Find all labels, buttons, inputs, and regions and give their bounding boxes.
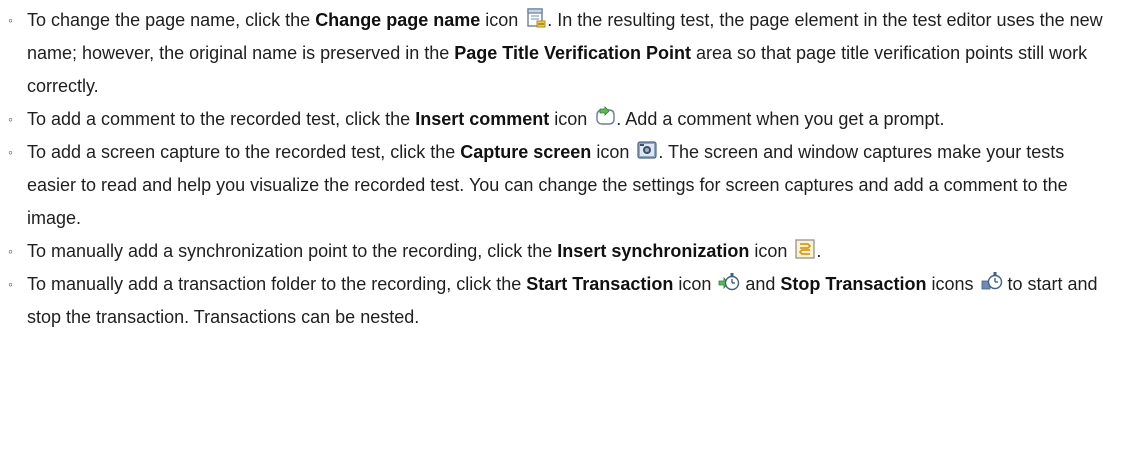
- start-transaction-icon: [718, 271, 740, 293]
- item-bold-2: Stop Transaction: [780, 274, 927, 294]
- item-bold: Capture screen: [460, 142, 592, 162]
- bullet: ◦: [8, 276, 13, 292]
- instruction-list: ◦ To change the page name, click the Cha…: [8, 4, 1116, 334]
- list-item-capture-screen: ◦ To add a screen capture to the recorde…: [8, 136, 1116, 235]
- list-item-transaction: ◦ To manually add a transaction folder t…: [8, 268, 1116, 334]
- bullet: ◦: [8, 243, 13, 259]
- bullet: ◦: [8, 144, 13, 160]
- item-bold: Insert synchronization: [557, 241, 750, 261]
- bullet: ◦: [8, 12, 13, 28]
- list-item-insert-synchronization: ◦ To manually add a synchronization poin…: [8, 235, 1116, 268]
- insert-synchronization-icon: [794, 238, 816, 260]
- bullet: ◦: [8, 111, 13, 127]
- list-item-insert-comment: ◦ To add a comment to the recorded test,…: [8, 103, 1116, 136]
- item-bold-2: Page Title Verification Point: [454, 43, 691, 63]
- item-bold: Start Transaction: [526, 274, 674, 294]
- capture-screen-icon: [636, 139, 658, 161]
- item-bold: Insert comment: [415, 109, 550, 129]
- stop-transaction-icon: [981, 271, 1003, 293]
- insert-comment-icon: [594, 106, 616, 128]
- item-text: To change the page name, click the: [27, 10, 316, 30]
- item-bold: Change page name: [315, 10, 481, 30]
- list-item-change-page-name: ◦ To change the page name, click the Cha…: [8, 4, 1116, 103]
- change-page-name-icon: [525, 7, 547, 29]
